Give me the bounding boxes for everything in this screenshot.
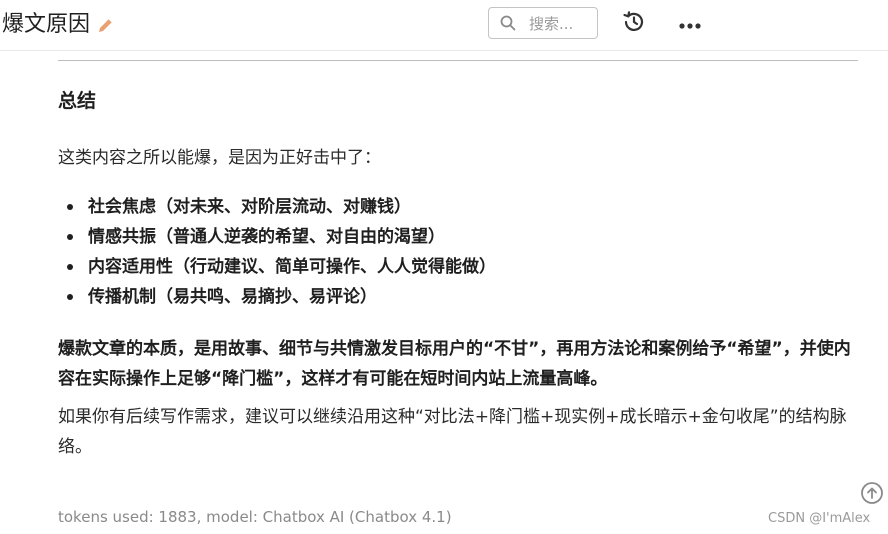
scroll-to-top-button[interactable] bbox=[859, 482, 885, 508]
search-input[interactable]: 搜索... bbox=[488, 7, 598, 39]
header-bar: 爆文原因 搜索... bbox=[0, 0, 888, 50]
title-area: 爆文原因 bbox=[2, 10, 116, 40]
message-content: 总结 这类内容之所以能爆，是因为正好击中了： 社会焦虑（对未来、对阶层流动、对赚… bbox=[58, 88, 858, 462]
bullet-dot bbox=[67, 204, 73, 210]
bullet-list: 社会焦虑（对未来、对阶层流动、对赚钱） 情感共振（普通人逆袭的希望、对自由的渴望… bbox=[58, 192, 858, 312]
header-divider bbox=[0, 50, 888, 51]
more-horizontal-icon bbox=[678, 15, 702, 34]
suggestion-paragraph: 如果你有后续写作需求，建议可以继续沿用这种“对比法+降门槛+现实例+成长暗示+金… bbox=[58, 407, 847, 457]
message-divider bbox=[58, 60, 858, 61]
list-item-text: 社会焦虑（对未来、对阶层流动、对赚钱） bbox=[88, 197, 411, 217]
list-item: 传播机制（易共鸣、易摘抄、易评论） bbox=[67, 282, 858, 312]
history-icon bbox=[621, 9, 647, 39]
search-icon bbox=[499, 14, 517, 32]
token-usage-info: tokens used: 1883, model: Chatbox AI (Ch… bbox=[58, 508, 452, 526]
list-item: 社会焦虑（对未来、对阶层流动、对赚钱） bbox=[67, 192, 858, 222]
intro-text: 这类内容之所以能爆，是因为正好击中了： bbox=[58, 148, 381, 168]
more-button[interactable] bbox=[675, 9, 705, 39]
history-button[interactable] bbox=[619, 9, 649, 39]
section-title: 总结 bbox=[58, 90, 97, 112]
search-placeholder: 搜索... bbox=[529, 14, 574, 33]
bullet-dot bbox=[67, 234, 73, 240]
list-item: 情感共振（普通人逆袭的希望、对自由的渴望） bbox=[67, 222, 858, 252]
list-item-text: 内容适用性（行动建议、简单可操作、人人觉得能做） bbox=[88, 257, 496, 277]
bullet-dot bbox=[67, 264, 73, 270]
bullet-dot bbox=[67, 294, 73, 300]
summary-paragraph: 爆款文章的本质，是用故事、细节与共情激发目标用户的“不甘”，再用方法论和案例给予… bbox=[58, 339, 851, 389]
pencil-icon[interactable] bbox=[96, 15, 116, 35]
conversation-title[interactable]: 爆文原因 bbox=[2, 10, 90, 40]
list-item-text: 传播机制（易共鸣、易摘抄、易评论） bbox=[88, 287, 377, 307]
arrow-up-circle-icon bbox=[860, 481, 884, 509]
watermark: CSDN @I'mAlex bbox=[768, 511, 871, 526]
list-item: 内容适用性（行动建议、简单可操作、人人觉得能做） bbox=[67, 252, 858, 282]
list-item-text: 情感共振（普通人逆袭的希望、对自由的渴望） bbox=[88, 227, 445, 247]
